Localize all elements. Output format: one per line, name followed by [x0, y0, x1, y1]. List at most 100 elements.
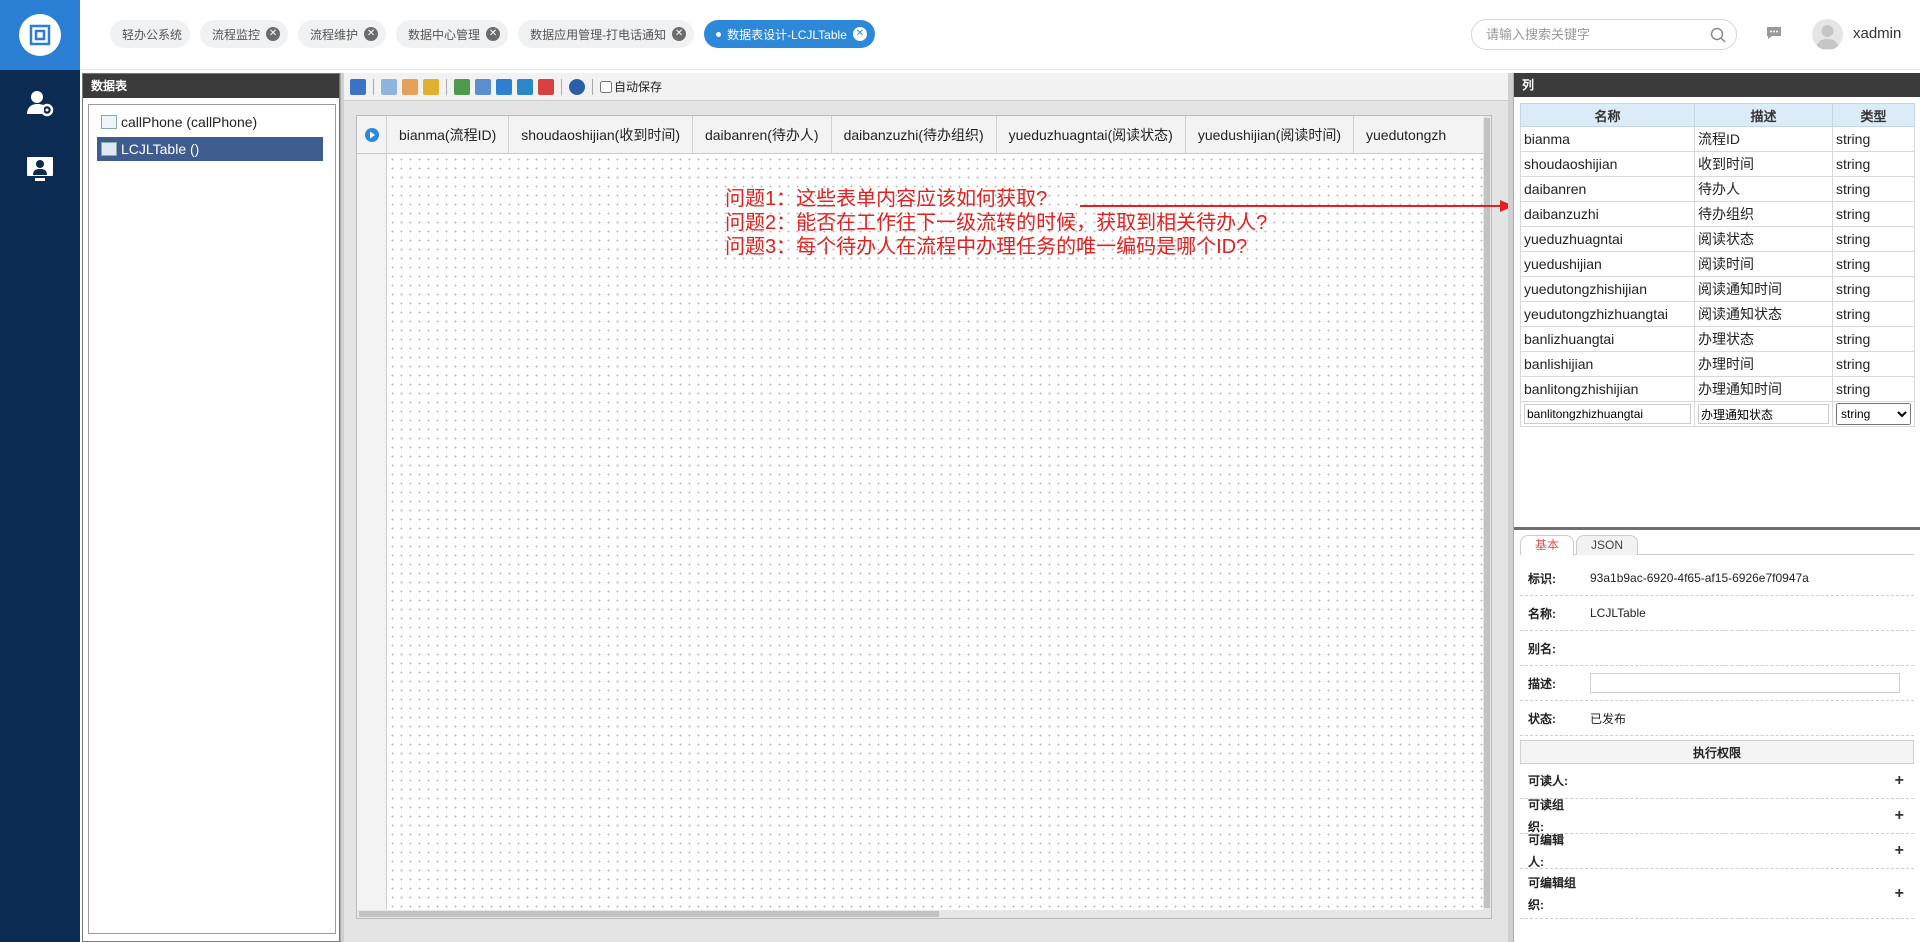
tab-data-app-phone[interactable]: 数据应用管理-打电话通知 ✕: [518, 20, 695, 48]
left-nav: [0, 0, 80, 942]
close-icon[interactable]: ✕: [266, 27, 281, 41]
add-icon[interactable]: +: [1895, 807, 1904, 825]
help-icon[interactable]: [569, 78, 585, 95]
table-row[interactable]: shoudaoshijian 收到时间 string: [1520, 151, 1915, 177]
export-icon[interactable]: [475, 78, 491, 95]
horizontal-scrollbar[interactable]: [357, 910, 1485, 918]
toolbar-divider: [446, 78, 447, 95]
search-icon[interactable]: [1710, 27, 1726, 43]
perm-label: 可编辑组织:: [1528, 875, 1577, 912]
table-row-editing[interactable]: string: [1520, 401, 1915, 427]
grid-column[interactable]: daibanzuzhi(待办组织): [832, 116, 997, 154]
add-icon[interactable]: +: [1895, 885, 1904, 903]
tab-process-monitor[interactable]: 流程监控 ✕: [200, 20, 289, 48]
nav-workspace[interactable]: [0, 136, 80, 202]
prop-row-name: 名称: LCJLTable: [1520, 596, 1914, 631]
table-row[interactable]: yueduzhuagntai 阅读状态 string: [1520, 226, 1915, 252]
add-icon[interactable]: +: [1895, 772, 1904, 790]
grid-column[interactable]: daibanren(待办人): [693, 116, 832, 154]
grid-icon[interactable]: [423, 78, 439, 95]
vertical-scrollbar[interactable]: [1483, 116, 1491, 918]
grid-column[interactable]: yuedutongzh: [1354, 116, 1458, 154]
col-desc: 待办人: [1694, 176, 1833, 202]
table-row[interactable]: daibanren 待办人 string: [1520, 176, 1915, 202]
scroll-thumb[interactable]: [1484, 118, 1490, 908]
tab-data-center[interactable]: 数据中心管理 ✕: [396, 20, 509, 48]
col-desc: 流程ID: [1694, 126, 1833, 152]
search-input[interactable]: [1484, 26, 1710, 43]
table-row[interactable]: daibanzuzhi 待办组织 string: [1520, 201, 1915, 227]
grid-column[interactable]: bianma(流程ID): [387, 116, 510, 154]
scroll-thumb[interactable]: [359, 911, 939, 917]
tab-label: 轻办公系统: [122, 27, 183, 42]
prop-row-status: 状态: 已发布: [1520, 701, 1914, 736]
tree-item-callphone[interactable]: callPhone (callPhone): [97, 110, 327, 134]
col-desc: 收到时间: [1694, 151, 1833, 177]
table-row[interactable]: yuedutongzhishijian 阅读通知时间 string: [1520, 276, 1915, 302]
col-type: string: [1832, 376, 1915, 402]
top-bar: 轻办公系统 流程监控 ✕ 流程维护 ✕ 数据中心管理 ✕ 数据应用管理-打电话通知 ✕ …: [80, 0, 1920, 70]
col-name: yuedushijian: [1520, 251, 1695, 277]
col-type: string: [1832, 176, 1915, 202]
tab-process-maintain[interactable]: 流程维护 ✕: [298, 20, 387, 48]
col-type-select[interactable]: string: [1836, 403, 1911, 425]
save-icon[interactable]: [350, 78, 366, 95]
table-icon: [101, 115, 117, 129]
grid-column[interactable]: yuedushijian(阅读时间): [1186, 116, 1355, 154]
col-type: string: [1832, 226, 1915, 252]
tool-icon[interactable]: [538, 78, 554, 95]
table-row[interactable]: bianma 流程ID string: [1520, 126, 1915, 152]
panel-divider[interactable]: [1514, 527, 1920, 530]
avatar[interactable]: [1812, 19, 1843, 50]
col-desc: 待办组织: [1694, 201, 1833, 227]
grid-column[interactable]: shoudaoshijian(收到时间): [509, 116, 693, 154]
col-desc: 阅读时间: [1694, 251, 1833, 277]
autosave-checkbox[interactable]: [600, 80, 612, 93]
grid-column[interactable]: yueduzhuagntai(阅读状态): [997, 116, 1186, 154]
tab-table-design[interactable]: 数据表设计-LCJLTable ✕: [704, 20, 875, 48]
monitor-user-icon: [27, 157, 53, 181]
tab-json[interactable]: JSON: [1576, 535, 1639, 555]
col-desc: 阅读状态: [1694, 226, 1833, 252]
tables-panel-title: 数据表: [83, 74, 339, 98]
close-icon[interactable]: ✕: [364, 27, 379, 41]
close-icon[interactable]: ✕: [672, 27, 687, 41]
autosave-toggle[interactable]: 自动保存: [600, 78, 662, 95]
play-icon: [364, 128, 379, 142]
col-desc-input[interactable]: [1698, 404, 1829, 424]
run-button[interactable]: [357, 116, 387, 154]
table-row[interactable]: banlitongzhishijian 办理通知时间 string: [1520, 376, 1915, 402]
copy-icon[interactable]: [381, 78, 397, 95]
delete-icon[interactable]: [402, 78, 418, 95]
table-row[interactable]: banlishijian 办理时间 string: [1520, 351, 1915, 377]
message-icon[interactable]: [1765, 24, 1783, 45]
description-field[interactable]: [1590, 673, 1900, 693]
table-row[interactable]: banlizhuangtai 办理状态 string: [1520, 326, 1915, 352]
username[interactable]: xadmin: [1853, 25, 1901, 42]
col-desc: 办理通知时间: [1694, 376, 1833, 402]
col-name: bianma: [1520, 126, 1695, 152]
prop-label: 别名:: [1528, 641, 1556, 656]
col-type: string: [1832, 326, 1915, 352]
close-icon[interactable]: ✕: [486, 27, 501, 41]
nav-user-settings[interactable]: [0, 70, 80, 136]
active-dot: [716, 31, 722, 37]
tab-light-office[interactable]: 轻办公系统: [110, 20, 191, 48]
col-name-input[interactable]: [1524, 404, 1691, 424]
close-icon[interactable]: ✕: [852, 27, 867, 41]
table-row[interactable]: yuedushijian 阅读时间 string: [1520, 251, 1915, 277]
excel-icon[interactable]: [517, 78, 533, 95]
tab-basic[interactable]: 基本: [1520, 535, 1575, 555]
col-name: banlizhuangtai: [1520, 326, 1695, 352]
col-desc: 阅读通知状态: [1694, 301, 1833, 327]
col-name: yeudutongzhizhuangtai: [1520, 301, 1695, 327]
app-logo[interactable]: [0, 0, 80, 70]
col-type: string: [1832, 276, 1915, 302]
tree-item-lcjltable[interactable]: LCJLTable (): [97, 137, 323, 161]
table-row[interactable]: yeudutongzhizhuangtai 阅读通知状态 string: [1520, 301, 1915, 327]
add-icon[interactable]: +: [1895, 842, 1904, 860]
preview-icon[interactable]: [496, 78, 512, 95]
col-name: daibanren: [1520, 176, 1695, 202]
import-icon[interactable]: [454, 78, 470, 95]
prop-label: 标识:: [1528, 571, 1556, 586]
